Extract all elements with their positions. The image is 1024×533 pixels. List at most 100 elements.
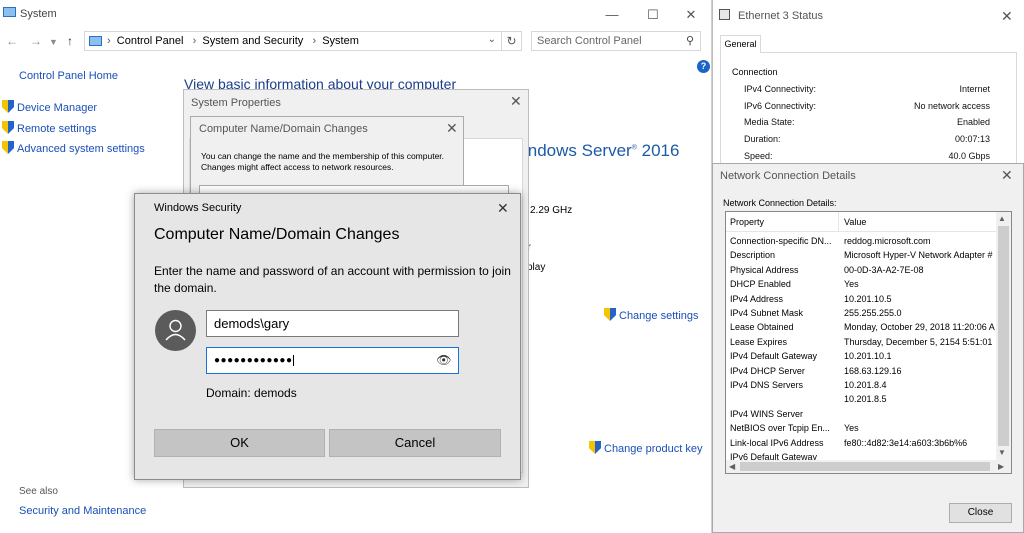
see-also-label: See also [19, 486, 58, 497]
shield-icon [2, 100, 14, 113]
reveal-password-icon[interactable]: 👁 [436, 348, 452, 373]
table-row[interactable]: IPv4 Default Gateway 10.201.10.1 [726, 349, 996, 363]
security-maintenance-link[interactable]: Security and Maintenance [19, 505, 146, 517]
details-list[interactable]: Property Value Connection-specific DN...… [725, 211, 1012, 474]
table-row[interactable]: IPv4 Subnet Mask 255.255.255.0 [726, 306, 996, 320]
horizontal-scrollbar[interactable]: ◀ ▶ [726, 460, 1011, 473]
window-title: System [20, 8, 57, 20]
forward-arrow-icon[interactable]: → [30, 34, 42, 48]
tab-general[interactable]: General [720, 35, 761, 53]
change-product-key-link[interactable]: Change product key [589, 441, 702, 455]
ipv6-connectivity-value: No network access [913, 101, 990, 111]
search-placeholder: Search Control Panel [537, 35, 642, 47]
breadcrumb: › Control Panel › System and Security › … [107, 35, 359, 47]
property-cell: IPv4 DNS Servers [730, 380, 804, 390]
duration-label: Duration: [744, 134, 781, 144]
details-caption: Network Connection Details: [723, 198, 837, 208]
chevron-down-icon[interactable]: ⌄ [488, 34, 496, 45]
network-connection-details-dialog: Network Connection Details ✕ Network Con… [712, 163, 1024, 533]
scroll-thumb[interactable] [998, 226, 1009, 446]
cancel-button[interactable]: Cancel [329, 429, 501, 457]
change-settings-link[interactable]: Change settings [604, 308, 699, 322]
value-cell: 10.201.10.5 [844, 293, 892, 304]
search-input[interactable]: Search Control Panel ⚲ [531, 31, 701, 51]
value-cell: Yes [844, 279, 859, 290]
domain-label: Domain: demods [206, 386, 297, 400]
breadcrumb-control-panel[interactable]: Control Panel [117, 35, 184, 47]
scroll-thumb[interactable] [740, 462, 990, 471]
column-property[interactable]: Property [730, 217, 764, 227]
media-state-value: Enabled [956, 117, 990, 127]
property-cell: Link-local IPv6 Address [730, 437, 824, 448]
close-button[interactable]: ✕ [676, 6, 706, 24]
table-row[interactable]: IPv4 DHCP Server 168.63.129.16 [726, 364, 996, 378]
address-bar[interactable]: › Control Panel › System and Security › … [84, 31, 502, 51]
password-field[interactable]: ●●●●●●●●●●●● 👁 [206, 347, 459, 374]
ipv4-connectivity-value: Internet [959, 84, 990, 94]
table-row[interactable]: Description Microsoft Hyper-V Network Ada… [726, 248, 996, 262]
value-cell: 168.63.129.16 [844, 365, 902, 376]
value-cell: 10.201.8.5 [844, 394, 887, 405]
advanced-system-settings-link[interactable]: Advanced system settings [2, 141, 145, 155]
instruction-text: Enter the name and password of an accoun… [154, 264, 511, 295]
value-cell: 10.201.10.1 [844, 351, 892, 362]
help-icon[interactable]: ? [697, 60, 710, 73]
scroll-right-icon[interactable]: ▶ [998, 462, 1004, 471]
shield-icon [589, 441, 601, 454]
table-row[interactable]: IPv4 Address 10.201.10.5 [726, 292, 996, 306]
list-header: Property Value [726, 212, 996, 232]
table-row[interactable]: IPv4 DNS Servers 10.201.8.4 [726, 378, 996, 392]
vertical-scrollbar[interactable]: ▲ ▼ [996, 212, 1011, 460]
dialog-title: Computer Name/Domain Changes [199, 123, 368, 135]
column-value[interactable]: Value [844, 217, 866, 227]
dialog-description: You can change the name and the membersh… [201, 151, 445, 172]
property-cell: Physical Address [730, 264, 799, 275]
property-cell: IPv4 DHCP Server [730, 365, 805, 376]
table-row[interactable]: IPv4 WINS Server [726, 407, 996, 421]
table-row[interactable]: 10.201.8.5 [726, 392, 996, 406]
table-row[interactable]: NetBIOS over Tcpip En... Yes [726, 421, 996, 435]
breadcrumb-system[interactable]: System [322, 35, 359, 47]
media-state-label: Media State: [744, 117, 795, 127]
refresh-button[interactable]: ↻ [502, 31, 522, 51]
property-cell: Lease Expires [730, 336, 788, 347]
table-row[interactable]: Link-local IPv6 Address fe80::4d82:3e14:a… [726, 436, 996, 450]
close-icon[interactable]: ✕ [1001, 8, 1013, 25]
up-arrow-icon[interactable]: ↑ [67, 34, 73, 48]
close-button[interactable]: Close [949, 503, 1012, 523]
close-icon[interactable]: ✕ [497, 200, 509, 217]
breadcrumb-system-security[interactable]: System and Security [202, 35, 303, 47]
table-row[interactable]: Physical Address 00-0D-3A-A2-7E-08 [726, 263, 996, 277]
table-row[interactable]: Connection-specific DN... reddog.microsof… [726, 234, 996, 248]
windows-security-dialog: Windows Security ✕ Computer Name/Domain … [134, 193, 521, 480]
control-panel-home-link[interactable]: Control Panel Home [19, 70, 118, 82]
username-field[interactable]: demods\gary [206, 310, 459, 337]
scroll-left-icon[interactable]: ◀ [729, 462, 735, 471]
table-row[interactable]: Lease Obtained Monday, October 29, 2018 1… [726, 320, 996, 334]
close-icon[interactable]: ✕ [510, 93, 522, 110]
dialog-title: System Properties [191, 97, 281, 109]
device-manager-link[interactable]: Device Manager [2, 100, 97, 114]
value-cell: 00-0D-3A-A2-7E-08 [844, 264, 924, 275]
value-cell: reddog.microsoft.com [844, 236, 931, 246]
property-cell: IPv4 WINS Server [730, 408, 804, 419]
back-arrow-icon[interactable]: ← [6, 34, 18, 48]
shield-icon [2, 141, 14, 154]
table-row[interactable]: DHCP Enabled Yes [726, 277, 996, 291]
scroll-up-icon[interactable]: ▲ [998, 214, 1006, 223]
close-icon[interactable]: ✕ [1001, 167, 1013, 184]
ok-button[interactable]: OK [154, 429, 325, 457]
control-panel-icon [89, 36, 102, 46]
recent-locations-icon[interactable]: ▼ [49, 37, 58, 47]
scroll-down-icon[interactable]: ▼ [998, 448, 1006, 457]
minimize-button[interactable]: — [597, 6, 627, 24]
value-cell: Thursday, December 5, 2154 5:51:01 [844, 336, 993, 347]
remote-settings-link[interactable]: Remote settings [2, 121, 96, 135]
column-divider [838, 212, 839, 232]
value-cell: 255.255.255.0 [844, 308, 902, 318]
maximize-button[interactable]: ☐ [638, 6, 668, 24]
speed-value: 40.0 Gbps [948, 151, 990, 161]
table-row[interactable]: Lease Expires Thursday, December 5, 2154 … [726, 335, 996, 349]
close-icon[interactable]: ✕ [446, 120, 458, 137]
dialog-title: Windows Security [154, 202, 242, 214]
